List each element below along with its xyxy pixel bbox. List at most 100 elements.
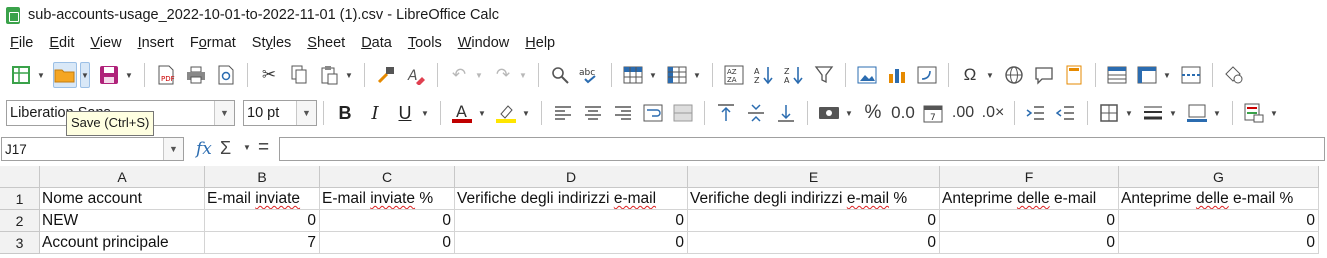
clear-formatting-icon[interactable]: A xyxy=(404,62,428,88)
menu-item[interactable]: Styles xyxy=(252,35,292,51)
row-header[interactable]: 2 xyxy=(0,210,40,232)
column-header[interactable]: B xyxy=(205,166,320,188)
define-print-area-icon[interactable] xyxy=(1105,62,1129,88)
merge-center-icon[interactable] xyxy=(671,100,695,126)
menu-item[interactable]: Tools xyxy=(408,35,442,51)
column-header[interactable]: C xyxy=(320,166,455,188)
increase-indent-icon[interactable] xyxy=(1024,100,1048,126)
border-color-icon[interactable] xyxy=(1185,100,1209,126)
column-header[interactable]: G xyxy=(1119,166,1319,188)
new-dropdown-icon[interactable]: ▼ xyxy=(36,62,46,88)
clone-formatting-icon[interactable] xyxy=(374,62,398,88)
redo-icon[interactable]: ↷ xyxy=(491,62,515,88)
conditional-format-icon[interactable] xyxy=(1242,100,1266,126)
chevron-down-icon[interactable]: ▼ xyxy=(214,101,234,125)
undo-dropdown-icon[interactable]: ▼ xyxy=(474,62,484,88)
spelling-icon[interactable]: abc xyxy=(578,62,602,88)
function-wizard-icon[interactable]: fx xyxy=(196,139,212,159)
column-header[interactable]: A xyxy=(40,166,205,188)
sort-descending-icon[interactable]: ZA xyxy=(782,62,806,88)
print-preview-icon[interactable] xyxy=(214,62,238,88)
open-dropdown-icon[interactable]: ▼ xyxy=(80,62,90,88)
spreadsheet-grid[interactable]: A B C D E F G 1 Nome account E-mail inviate E-mail… xyxy=(0,166,1327,258)
row-header[interactable]: 3 xyxy=(0,232,40,254)
conditional-format-dropdown-icon[interactable]: ▼ xyxy=(1269,100,1279,126)
insert-chart-icon[interactable] xyxy=(885,62,909,88)
add-decimal-place-icon[interactable]: .00 xyxy=(951,100,975,126)
table-cell[interactable]: 0 xyxy=(1119,232,1319,254)
table-cell[interactable]: 0 xyxy=(1119,210,1319,232)
decrease-indent-icon[interactable] xyxy=(1054,100,1078,126)
menu-item[interactable]: File xyxy=(10,35,33,51)
name-box[interactable]: J17 ▼ xyxy=(1,137,184,161)
table-cell[interactable]: 0 xyxy=(455,232,688,254)
table-cell[interactable]: 0 xyxy=(688,232,940,254)
font-color-icon[interactable]: A xyxy=(450,100,474,126)
menu-item[interactable]: View xyxy=(90,35,121,51)
align-bottom-icon[interactable] xyxy=(774,100,798,126)
column-header[interactable]: F xyxy=(940,166,1119,188)
menu-item[interactable]: Help xyxy=(525,35,555,51)
undo-icon[interactable]: ↶ xyxy=(447,62,471,88)
table-cell[interactable]: E-mail inviate xyxy=(205,188,320,210)
table-cell[interactable]: Account principale xyxy=(40,232,205,254)
table-cell[interactable]: 0 xyxy=(320,210,455,232)
freeze-rows-columns-icon[interactable] xyxy=(1135,62,1159,88)
currency-dropdown-icon[interactable]: ▼ xyxy=(844,100,854,126)
font-color-dropdown-icon[interactable]: ▼ xyxy=(477,100,487,126)
column-icon[interactable] xyxy=(665,62,689,88)
menu-item[interactable]: Sheet xyxy=(307,35,345,51)
freeze-dropdown-icon[interactable]: ▼ xyxy=(1162,62,1172,88)
table-cell[interactable]: 7 xyxy=(205,232,320,254)
table-cell[interactable]: Verifiche degli indirizzi e-mail xyxy=(455,188,688,210)
delete-decimal-place-icon[interactable]: .0× xyxy=(981,100,1005,126)
menu-item[interactable]: Insert xyxy=(138,35,174,51)
open-icon[interactable] xyxy=(53,62,77,88)
italic-icon[interactable]: I xyxy=(363,100,387,126)
table-cell[interactable]: E-mail inviate % xyxy=(320,188,455,210)
border-color-dropdown-icon[interactable]: ▼ xyxy=(1212,100,1222,126)
formula-icon[interactable]: = xyxy=(258,137,269,159)
save-icon[interactable] xyxy=(97,62,121,88)
special-character-dropdown-icon[interactable]: ▼ xyxy=(985,62,995,88)
table-cell[interactable]: Nome account xyxy=(40,188,205,210)
insert-image-icon[interactable] xyxy=(855,62,879,88)
headers-footers-icon[interactable] xyxy=(1062,62,1086,88)
table-cell[interactable]: Anteprime delle e-mail xyxy=(940,188,1119,210)
number-format-icon[interactable]: 0.0 xyxy=(891,100,915,126)
comment-icon[interactable] xyxy=(1032,62,1056,88)
paste-dropdown-icon[interactable]: ▼ xyxy=(344,62,354,88)
align-top-icon[interactable] xyxy=(714,100,738,126)
align-left-icon[interactable] xyxy=(551,100,575,126)
sum-dropdown-icon[interactable]: ▼ xyxy=(243,143,251,152)
background-color-icon[interactable] xyxy=(494,100,518,126)
special-character-icon[interactable]: Ω xyxy=(958,62,982,88)
show-draw-functions-icon[interactable] xyxy=(1222,62,1246,88)
copy-icon[interactable] xyxy=(287,62,311,88)
column-dropdown-icon[interactable]: ▼ xyxy=(692,62,702,88)
split-window-icon[interactable] xyxy=(1179,62,1203,88)
hyperlink-icon[interactable] xyxy=(1002,62,1026,88)
export-pdf-icon[interactable]: PDF xyxy=(154,62,178,88)
table-cell[interactable]: Anteprime delle e-mail % xyxy=(1119,188,1319,210)
new-icon[interactable] xyxy=(9,62,33,88)
table-cell[interactable]: Verifiche degli indirizzi e-mail % xyxy=(688,188,940,210)
date-format-icon[interactable]: 7 xyxy=(921,100,945,126)
table-cell[interactable]: 0 xyxy=(688,210,940,232)
underline-dropdown-icon[interactable]: ▼ xyxy=(420,100,430,126)
percent-format-icon[interactable]: % xyxy=(861,100,885,126)
sort-ascending-icon[interactable]: AZ xyxy=(752,62,776,88)
align-right-icon[interactable] xyxy=(611,100,635,126)
center-vertically-icon[interactable] xyxy=(744,100,768,126)
sum-icon[interactable]: Σ xyxy=(220,138,231,159)
row-header[interactable]: 1 xyxy=(0,188,40,210)
paste-icon[interactable] xyxy=(317,62,341,88)
cut-icon[interactable]: ✂ xyxy=(257,62,281,88)
formula-input[interactable] xyxy=(279,137,1325,161)
table-cell[interactable]: 0 xyxy=(940,232,1119,254)
find-replace-icon[interactable] xyxy=(548,62,572,88)
menu-item[interactable]: Window xyxy=(458,35,510,51)
row-icon[interactable] xyxy=(621,62,645,88)
border-style-icon[interactable] xyxy=(1141,100,1165,126)
save-dropdown-icon[interactable]: ▼ xyxy=(124,62,134,88)
